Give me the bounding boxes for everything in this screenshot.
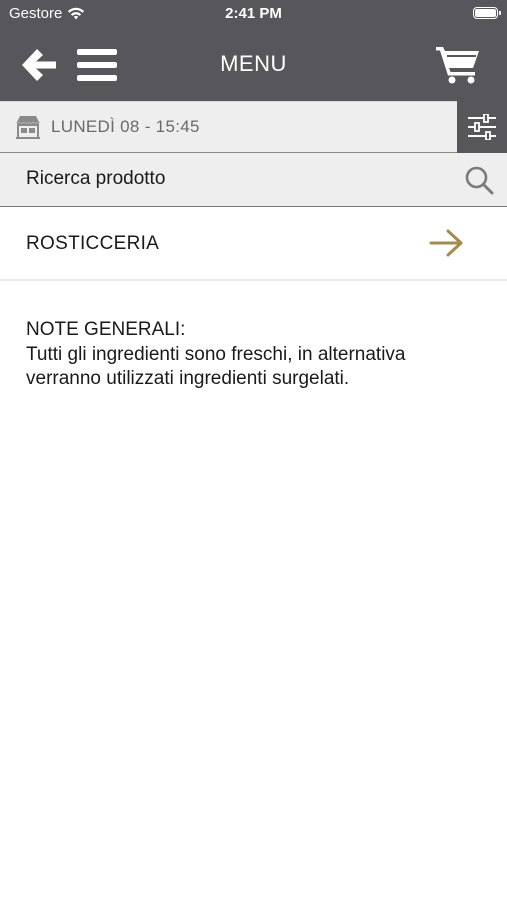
status-bar: Gestore 2:41 PM	[0, 0, 507, 28]
notes-line: verranno utilizzati ingredienti surgelat…	[26, 368, 350, 389]
search-button[interactable]	[463, 164, 495, 196]
cart-icon	[436, 47, 479, 84]
notes-line: Tutti gli ingredienti sono freschi, in a…	[26, 343, 406, 365]
search-bar	[0, 153, 507, 207]
battery-icon	[473, 7, 501, 19]
general-notes: NOTE GENERALI: Tutti gli ingredienti son…	[26, 318, 476, 392]
delivery-slot-label: LUNEDÌ 08 - 15:45	[51, 117, 200, 136]
notes-heading: NOTE GENERALI:	[26, 319, 186, 340]
filter-button[interactable]	[457, 101, 507, 153]
arrow-right-icon	[429, 229, 463, 257]
shop-icon	[16, 116, 40, 139]
page-title: MENU	[220, 51, 287, 76]
cart-button[interactable]	[432, 41, 484, 87]
status-time: 2:41 PM	[225, 5, 282, 22]
delivery-slot-bar[interactable]: LUNEDÌ 08 - 15:45	[0, 101, 507, 153]
category-label: ROSTICCERIA	[26, 233, 160, 254]
nav-bar: MENU	[0, 28, 507, 101]
category-item-rosticceria[interactable]: ROSTICCERIA	[0, 207, 507, 281]
search-icon	[465, 166, 494, 195]
sliders-icon	[468, 114, 496, 140]
search-input[interactable]	[14, 153, 444, 205]
